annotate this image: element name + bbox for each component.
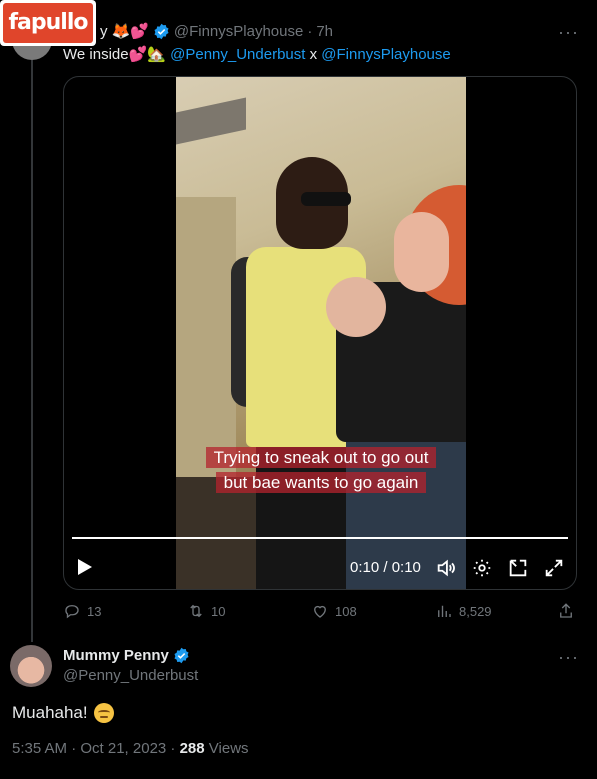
- tweet-time[interactable]: 7h: [316, 23, 333, 40]
- reply-meta: 5:35 AM · Oct 21, 2023 · 288 Views: [12, 740, 249, 757]
- grimace-emoji-icon: [93, 703, 114, 723]
- more-options-icon[interactable]: ···: [558, 22, 579, 43]
- video-controls: 0:10 / 0:10: [64, 547, 576, 589]
- fullscreen-icon[interactable]: [543, 557, 565, 579]
- verified-badge-icon: [154, 23, 169, 39]
- repost-count: 10: [211, 603, 226, 619]
- watermark-logo: fapullo: [0, 0, 96, 46]
- video-player[interactable]: Trying to sneak out to go out but bae wa…: [63, 76, 577, 590]
- like-count: 108: [335, 603, 357, 619]
- caption-line-1: Trying to sneak out to go out: [205, 447, 437, 468]
- like-action[interactable]: 108: [311, 602, 357, 620]
- play-icon[interactable]: [78, 559, 92, 575]
- reply-body: Muahaha!: [12, 703, 114, 723]
- views-action[interactable]: 8,529: [435, 602, 492, 620]
- video-time: 0:10 / 0:10: [350, 559, 421, 576]
- picture-in-picture-icon[interactable]: [507, 557, 529, 579]
- more-options-icon[interactable]: ···: [558, 647, 579, 668]
- author-handle[interactable]: @FinnysPlayhouse: [174, 23, 303, 40]
- tweet-text-prefix: We inside💕🏡: [63, 46, 166, 63]
- reply-author: Mummy Penny: [63, 647, 190, 664]
- reply-views-count: 288: [179, 740, 205, 757]
- video-frame: [176, 77, 466, 589]
- reply-text: Muahaha!: [12, 703, 88, 722]
- tweet-text-x: x: [309, 46, 318, 63]
- repost-action[interactable]: 10: [187, 602, 225, 620]
- reply-icon: [65, 605, 79, 619]
- mention-link-2[interactable]: @FinnysPlayhouse: [321, 46, 450, 63]
- verified-badge-icon: [174, 647, 189, 664]
- heart-icon: [314, 605, 326, 618]
- tweet-header: y 🦊💕 @FinnysPlayhouse · 7h: [100, 22, 333, 41]
- author-name-emojis: 🦊💕: [111, 23, 149, 40]
- reply-author-name[interactable]: Mummy Penny: [63, 647, 169, 664]
- settings-gear-icon[interactable]: [471, 557, 493, 579]
- person2-arm: [326, 277, 386, 337]
- avatar[interactable]: [10, 645, 52, 687]
- tweet-text: We inside💕🏡 @Penny_Underbust x @FinnysPl…: [63, 45, 451, 63]
- reply-count: 13: [87, 603, 102, 619]
- views-count: 8,529: [459, 603, 492, 619]
- tweet-actions-bar: 13 10 108 8,529: [63, 602, 577, 622]
- progress-bar[interactable]: [72, 537, 568, 539]
- volume-icon[interactable]: [435, 557, 457, 579]
- mention-link-1[interactable]: @Penny_Underbust: [170, 46, 305, 63]
- person2-face: [394, 212, 449, 292]
- logo-text: fapullo: [3, 3, 93, 43]
- reply-views-label: Views: [204, 740, 249, 757]
- thread-connector-line: [31, 60, 33, 642]
- reply-author-handle[interactable]: @Penny_Underbust: [63, 667, 198, 684]
- ceiling-vent: [176, 97, 246, 145]
- repost-icon: [190, 604, 202, 618]
- caption-line-2: but bae wants to go again: [215, 472, 427, 493]
- video-caption: Trying to sneak out to go out but bae wa…: [193, 445, 449, 495]
- reply-timestamp[interactable]: 5:35 AM · Oct 21, 2023 ·: [12, 740, 180, 757]
- time-separator: ·: [307, 22, 313, 40]
- analytics-icon: [438, 605, 451, 617]
- sunglasses: [301, 192, 351, 206]
- author-name[interactable]: y: [100, 23, 108, 40]
- share-action[interactable]: [557, 602, 575, 620]
- reply-action[interactable]: 13: [63, 602, 101, 620]
- share-icon: [560, 603, 572, 618]
